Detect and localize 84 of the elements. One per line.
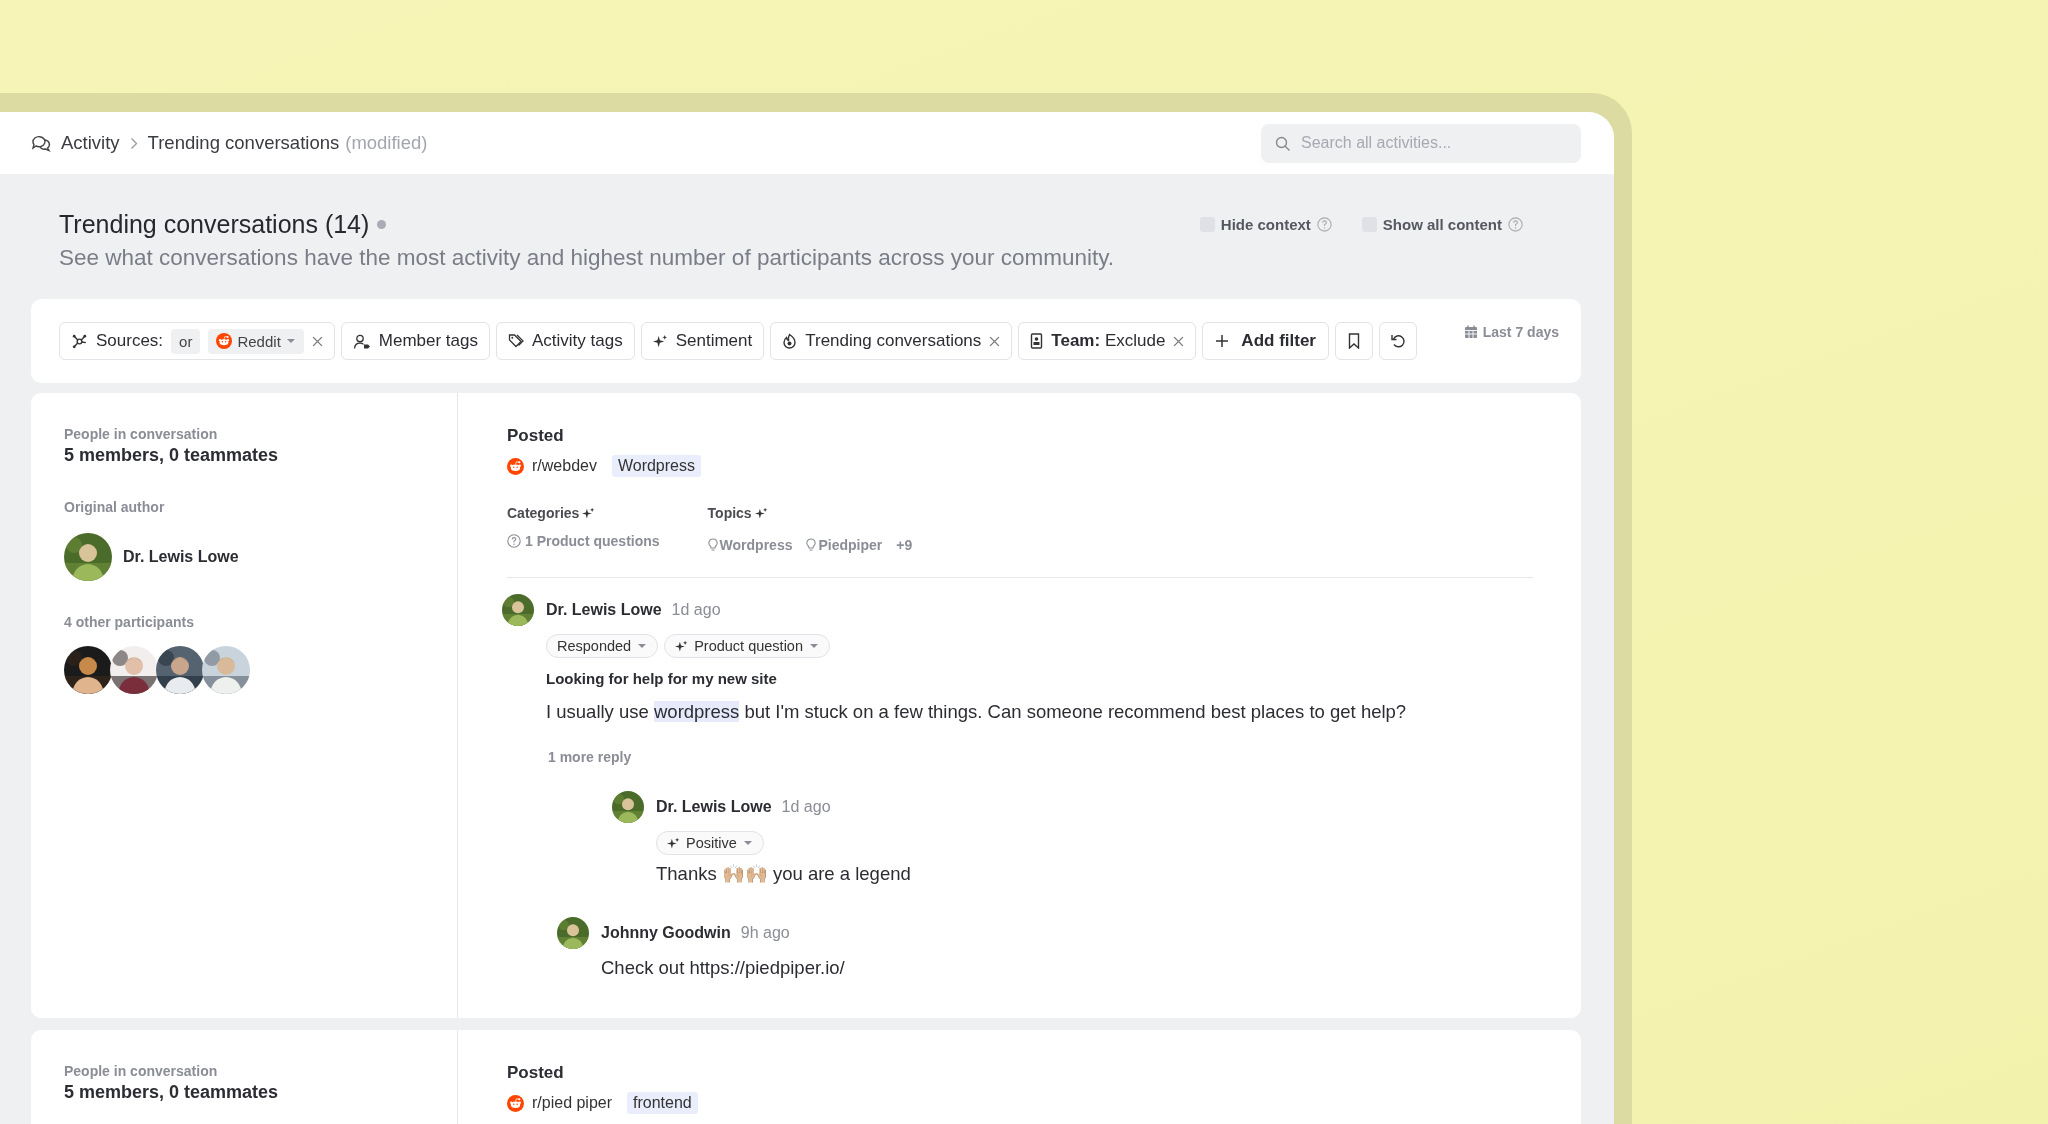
filter-label: Team: Exclude bbox=[1051, 331, 1166, 351]
timestamp: 9h ago bbox=[740, 924, 790, 942]
close-icon[interactable] bbox=[311, 335, 323, 347]
page-title: Trending conversations (14) bbox=[59, 210, 370, 239]
source-icon bbox=[216, 333, 233, 349]
help-icon bbox=[1316, 216, 1332, 232]
filter-chip[interactable]: Team: Exclude bbox=[1018, 322, 1197, 360]
people-count: 5 members, 0 teammates bbox=[64, 1082, 280, 1103]
filter-label: Activity tags bbox=[532, 331, 623, 351]
author-name[interactable]: Dr. Lewis Lowe bbox=[546, 601, 662, 619]
caret-icon bbox=[809, 643, 819, 649]
filter-label: Sentiment bbox=[675, 331, 753, 351]
bulb-icon bbox=[707, 538, 718, 552]
checkbox-label[interactable]: Hide context bbox=[1220, 215, 1311, 233]
filter-chip[interactable]: Sentiment bbox=[640, 322, 765, 360]
search-field[interactable]: Search all activities... bbox=[1261, 123, 1581, 163]
source-icon bbox=[507, 457, 524, 475]
chevron-icon bbox=[129, 136, 138, 150]
chat-icon bbox=[31, 134, 51, 152]
source-icon bbox=[507, 1094, 524, 1112]
section-label: Categories bbox=[507, 505, 580, 521]
section-label: Original author bbox=[64, 499, 166, 515]
plus-icon bbox=[1215, 334, 1230, 348]
filter-chip[interactable]: Member tags bbox=[340, 322, 490, 360]
timestamp: 1d ago bbox=[781, 798, 831, 816]
sparkle-icon bbox=[582, 506, 596, 520]
flame-icon bbox=[782, 333, 798, 349]
tag-dropdown[interactable]: Responded bbox=[546, 634, 659, 658]
tag-dropdown[interactable]: Product question bbox=[664, 634, 830, 658]
filter-label: Member tags bbox=[378, 331, 478, 351]
author-name[interactable]: Dr. Lewis Lowe bbox=[123, 548, 239, 566]
help-icon bbox=[1508, 216, 1523, 232]
operator-pill[interactable]: or bbox=[171, 328, 201, 354]
breadcrumb-link[interactable]: Activity bbox=[61, 132, 120, 154]
bulb-icon bbox=[806, 538, 817, 552]
user-tag-icon bbox=[352, 332, 371, 350]
help-icon bbox=[507, 534, 521, 548]
source-link[interactable]: r/pied piper bbox=[532, 1094, 613, 1112]
filter-label: Trending conversations bbox=[805, 331, 982, 351]
tag: frontend bbox=[627, 1092, 698, 1114]
bookmark-button[interactable] bbox=[1334, 322, 1373, 360]
breadcrumb-current: Trending conversations (modified) bbox=[147, 132, 428, 154]
message-text: Thanks 🙌🏼🙌🏼 you are a legend bbox=[656, 863, 912, 885]
checkbox-label[interactable]: Show all content bbox=[1382, 215, 1502, 233]
sparkle-icon bbox=[754, 506, 768, 520]
reset-button[interactable] bbox=[1378, 322, 1417, 360]
caret-icon bbox=[285, 338, 296, 344]
author-name[interactable]: Dr. Lewis Lowe bbox=[656, 798, 772, 816]
source-dropdown[interactable]: Reddit bbox=[208, 328, 304, 354]
calendar-icon bbox=[1463, 325, 1478, 339]
section-label: 4 other participants bbox=[64, 614, 195, 630]
sparkle-icon bbox=[675, 639, 689, 653]
search-icon bbox=[1275, 135, 1291, 152]
tag-icon bbox=[508, 333, 524, 349]
timestamp: 1d ago bbox=[671, 601, 721, 619]
people-count: 5 members, 0 teammates bbox=[64, 445, 280, 466]
author-name[interactable]: Johnny Goodwin bbox=[601, 924, 731, 942]
network-icon bbox=[71, 332, 88, 350]
caret-icon bbox=[742, 840, 753, 846]
message-title: Looking for help for my new site bbox=[546, 670, 778, 687]
close-icon[interactable] bbox=[989, 335, 1001, 347]
section-label: Topics bbox=[707, 505, 752, 521]
page-subtitle: See what conversations have the most activity and highest number of participants across your community. bbox=[59, 245, 1115, 271]
tag-dropdown[interactable]: Positive bbox=[656, 831, 764, 855]
bookmark-icon bbox=[1347, 333, 1360, 349]
message-text: I usually use wordpress but I'm stuck on a few things. Can someone recommend best places to get help? bbox=[546, 701, 1408, 723]
tag: Wordpress bbox=[611, 455, 701, 477]
close-icon[interactable] bbox=[1173, 335, 1185, 347]
add-filter-button[interactable]: Add filter bbox=[1202, 322, 1329, 360]
filter-chip[interactable]: Sources: or Reddit bbox=[59, 322, 335, 360]
section-label: People in conversation bbox=[64, 426, 219, 442]
badge-icon bbox=[1030, 333, 1044, 349]
sparkle-icon bbox=[652, 333, 668, 349]
source-link[interactable]: r/webdev bbox=[532, 457, 597, 475]
message-text: Check out https://piedpiper.io/ bbox=[601, 957, 846, 979]
filter-chip[interactable]: Trending conversations bbox=[770, 322, 1013, 360]
section-title: Posted bbox=[507, 1063, 565, 1083]
section-label: People in conversation bbox=[64, 1063, 219, 1079]
filter-chip[interactable]: Activity tags bbox=[496, 322, 635, 360]
caret-icon bbox=[637, 643, 648, 649]
undo-icon bbox=[1389, 333, 1406, 349]
status-dot bbox=[377, 220, 387, 229]
sparkle-icon bbox=[667, 836, 680, 850]
section-title: Posted bbox=[507, 426, 565, 446]
